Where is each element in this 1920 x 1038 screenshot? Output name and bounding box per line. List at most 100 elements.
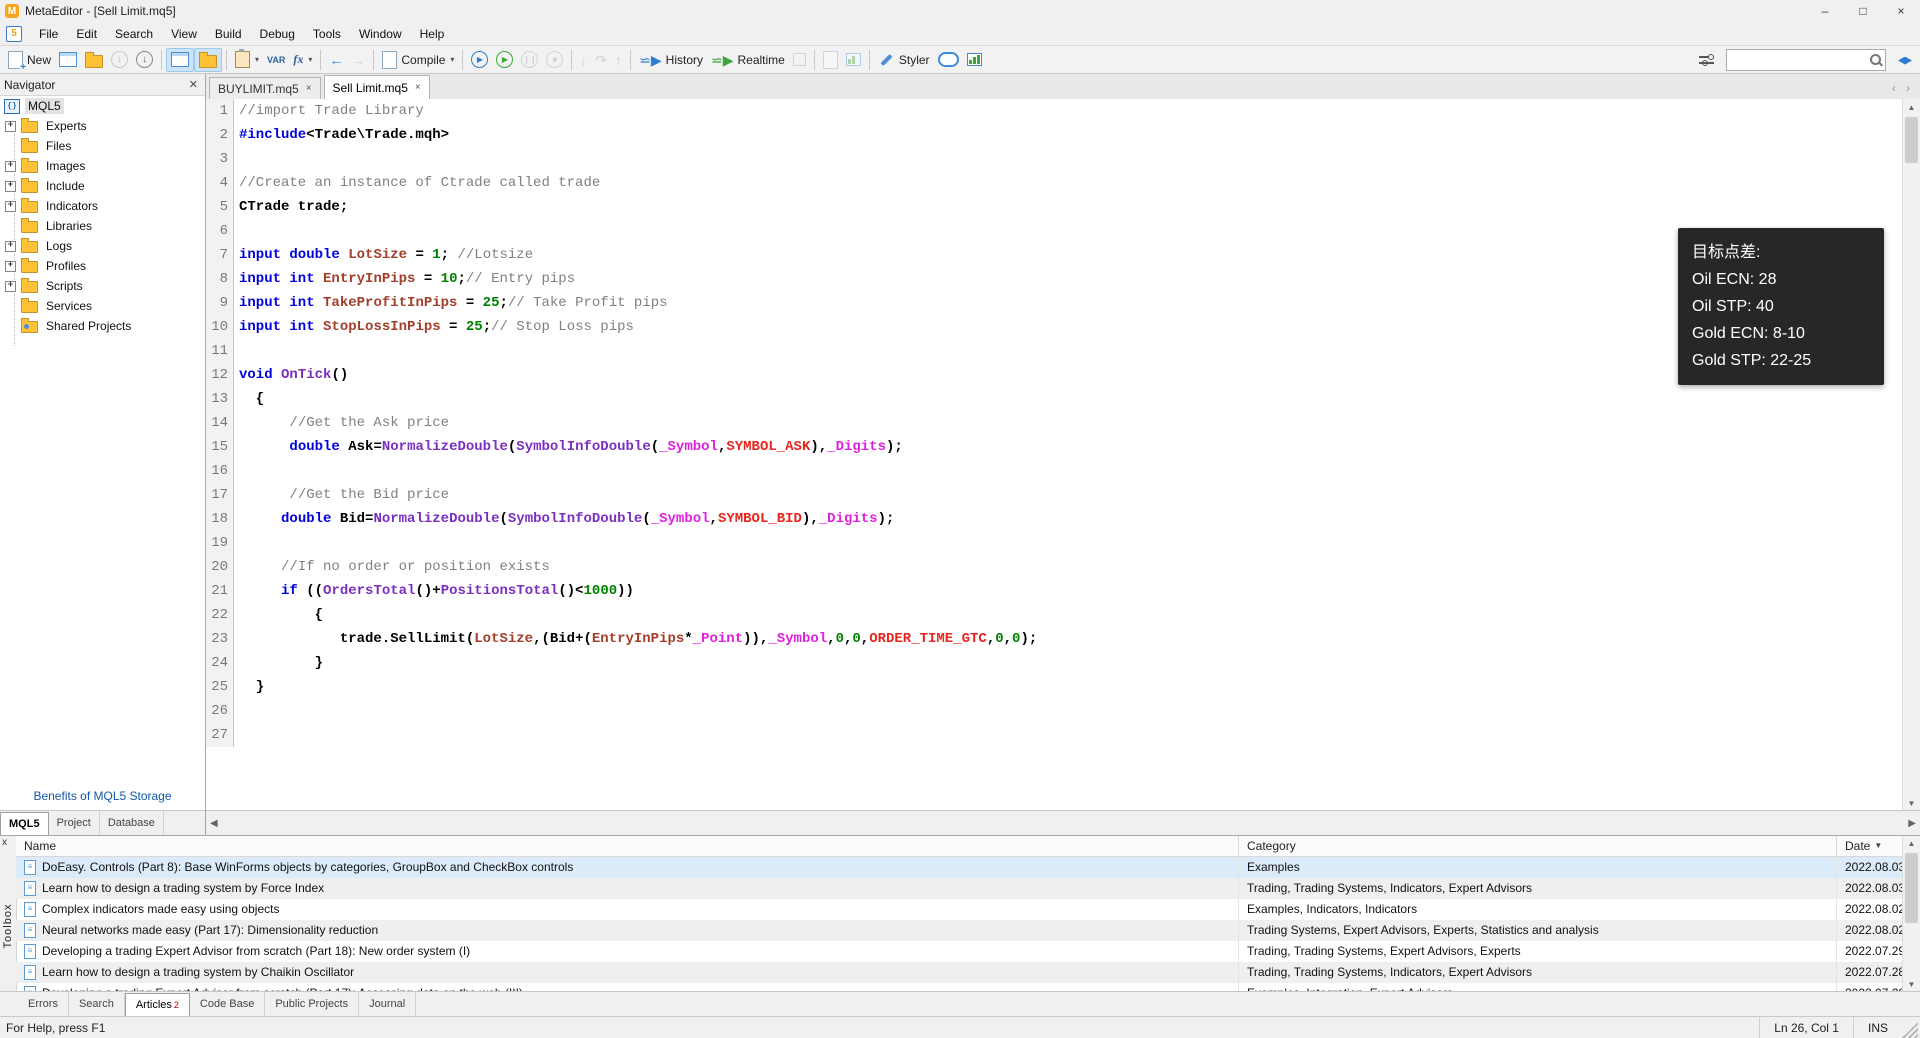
toolbox-tab-code-base[interactable]: Code Base xyxy=(190,992,265,1016)
breakpoint-button[interactable] xyxy=(789,49,810,71)
tab-close-icon[interactable]: × xyxy=(415,82,421,93)
article-row[interactable]: ≡Neural networks made easy (Part 17): Di… xyxy=(16,920,1903,941)
navigator-close-icon[interactable]: ✕ xyxy=(186,78,201,91)
menu-build[interactable]: Build xyxy=(206,24,251,44)
editor-tab-sell-limit.mq5[interactable]: Sell Limit.mq5× xyxy=(324,75,430,99)
mql5-storage-link[interactable]: Benefits of MQL5 Storage xyxy=(0,789,205,803)
tree-expander-icon[interactable]: + xyxy=(5,241,16,252)
scroll-left-icon[interactable]: ◀ xyxy=(210,818,218,829)
menu-file[interactable]: File xyxy=(30,24,67,44)
tab-close-icon[interactable]: × xyxy=(306,83,312,94)
new-window-button[interactable] xyxy=(55,49,81,71)
tree-item-services[interactable]: Services xyxy=(0,296,205,316)
tree-expander-icon[interactable]: + xyxy=(5,201,16,212)
toolbox-scrollbar[interactable]: ▲ ▼ xyxy=(1902,836,1920,992)
compile-button[interactable]: Compile▾ xyxy=(378,49,458,71)
tree-item-experts[interactable]: +Experts xyxy=(0,116,205,136)
tree-item-include[interactable]: +Include xyxy=(0,176,205,196)
stop-button[interactable]: ■ xyxy=(542,49,567,71)
navigator-tab-mql5[interactable]: MQL5 xyxy=(0,812,49,835)
toolbox-tab-errors[interactable]: Errors xyxy=(18,992,69,1016)
article-row[interactable]: ≡Learn how to design a trading system by… xyxy=(16,962,1903,983)
toolbox-tab-articles[interactable]: Articles2 xyxy=(125,993,190,1016)
tree-item-files[interactable]: Files xyxy=(0,136,205,156)
save-button[interactable]: ↓ xyxy=(107,49,132,71)
tree-expander-icon[interactable]: + xyxy=(5,121,16,132)
tree-item-profiles[interactable]: +Profiles xyxy=(0,256,205,276)
tree-expander-icon[interactable]: + xyxy=(5,281,16,292)
vertical-scroll-thumb[interactable] xyxy=(1905,117,1918,163)
screenshot-button[interactable] xyxy=(842,49,865,71)
menu-tools[interactable]: Tools xyxy=(304,24,350,44)
copy-button[interactable] xyxy=(819,49,842,71)
column-header-name[interactable]: Name xyxy=(16,836,1239,856)
functions-button[interactable]: fx▾ xyxy=(289,49,316,71)
article-row[interactable]: ≡Developing a trading Expert Advisor fro… xyxy=(16,941,1903,962)
toggle-toolbox-button[interactable] xyxy=(194,48,222,72)
step-into-button[interactable]: ↓ xyxy=(576,49,591,71)
search-icon[interactable] xyxy=(1870,54,1881,65)
minimize-button[interactable]: – xyxy=(1806,0,1844,22)
tree-item-images[interactable]: +Images xyxy=(0,156,205,176)
menu-window[interactable]: Window xyxy=(350,24,411,44)
close-button[interactable]: × xyxy=(1882,0,1920,22)
code-editor[interactable]: 1//import Trade Library2#include<Trade\T… xyxy=(206,99,1903,811)
tree-item-logs[interactable]: +Logs xyxy=(0,236,205,256)
article-row[interactable]: ≡DoEasy. Controls (Part 8): Base WinForm… xyxy=(16,857,1903,878)
tree-expander-icon[interactable]: + xyxy=(5,161,16,172)
navigate-forward-button[interactable]: → xyxy=(347,49,369,71)
tree-item-indicators[interactable]: +Indicators xyxy=(0,196,205,216)
scroll-up-icon[interactable]: ▲ xyxy=(1903,99,1920,115)
pause-button[interactable]: ❙❙ xyxy=(517,49,542,71)
article-row[interactable]: ≡Learn how to design a trading system by… xyxy=(16,878,1903,899)
toolbox-tab-journal[interactable]: Journal xyxy=(359,992,416,1016)
new-button[interactable]: +New xyxy=(4,49,55,71)
variables-button[interactable]: VAR xyxy=(263,49,289,71)
run-button[interactable]: ▶ xyxy=(492,49,517,71)
profiler-history-button[interactable]: ⋍▶History xyxy=(635,49,707,71)
editor-horizontal-scrollbar[interactable]: ◀ ▶ xyxy=(206,810,1920,835)
profiler-realtime-button[interactable]: ⋍▶Realtime xyxy=(707,49,789,71)
step-over-button[interactable]: ↷ xyxy=(591,49,611,71)
toggle-navigator-button[interactable] xyxy=(166,48,194,72)
menu-view[interactable]: View xyxy=(162,24,206,44)
storage-button[interactable] xyxy=(934,49,963,71)
terminal-button[interactable] xyxy=(963,49,986,71)
editor-tab-buylimit.mq5[interactable]: BUYLIMIT.mq5× xyxy=(209,77,321,99)
navigate-back-button[interactable]: ← xyxy=(325,49,347,71)
save-all-button[interactable]: ↓ xyxy=(132,49,157,71)
scroll-right-icon[interactable]: ▶ xyxy=(1908,818,1916,829)
scroll-down-icon[interactable]: ▼ xyxy=(1903,795,1920,811)
editor-vertical-scrollbar[interactable]: ▲ ▼ xyxy=(1902,99,1920,811)
search-input[interactable] xyxy=(1731,52,1870,68)
tree-item-scripts[interactable]: +Scripts xyxy=(0,276,205,296)
help-academy-button[interactable] xyxy=(1894,49,1916,71)
menu-help[interactable]: Help xyxy=(411,24,454,44)
toolbox-scroll-up-icon[interactable]: ▲ xyxy=(1903,836,1920,851)
tree-expander-icon[interactable]: + xyxy=(5,261,16,272)
tree-expander-icon[interactable]: + xyxy=(5,181,16,192)
column-header-date[interactable]: Date▼ xyxy=(1837,836,1903,856)
step-out-button[interactable]: ↑ xyxy=(611,49,626,71)
tab-scroll-left-icon[interactable]: ‹ xyxy=(1892,81,1896,95)
tab-scroll-right-icon[interactable]: › xyxy=(1906,81,1910,95)
debug-start-button[interactable]: ▶ xyxy=(467,49,492,71)
navigator-tab-database[interactable]: Database xyxy=(100,811,164,835)
resize-grip[interactable] xyxy=(1902,1022,1918,1038)
open-button[interactable] xyxy=(81,49,107,71)
toolbox-close-icon[interactable]: x xyxy=(2,837,7,848)
tree-item-libraries[interactable]: Libraries xyxy=(0,216,205,236)
menu-search[interactable]: Search xyxy=(106,24,162,44)
styler-button[interactable]: Styler xyxy=(874,49,934,71)
tree-item-mql5[interactable]: {}MQL5 xyxy=(0,96,205,116)
toolbox-tab-search[interactable]: Search xyxy=(69,992,125,1016)
navigator-tab-project[interactable]: Project xyxy=(49,811,100,835)
restore-button[interactable]: □ xyxy=(1844,0,1882,22)
article-row[interactable]: ≡Complex indicators made easy using obje… xyxy=(16,899,1903,920)
menu-edit[interactable]: Edit xyxy=(67,24,106,44)
toolbox-scroll-down-icon[interactable]: ▼ xyxy=(1903,977,1920,992)
search-options-button[interactable] xyxy=(1695,49,1718,71)
tree-item-shared-projects[interactable]: Shared Projects xyxy=(0,316,205,336)
snippets-button[interactable]: ▾ xyxy=(231,49,263,71)
toolbox-tab-public-projects[interactable]: Public Projects xyxy=(265,992,359,1016)
